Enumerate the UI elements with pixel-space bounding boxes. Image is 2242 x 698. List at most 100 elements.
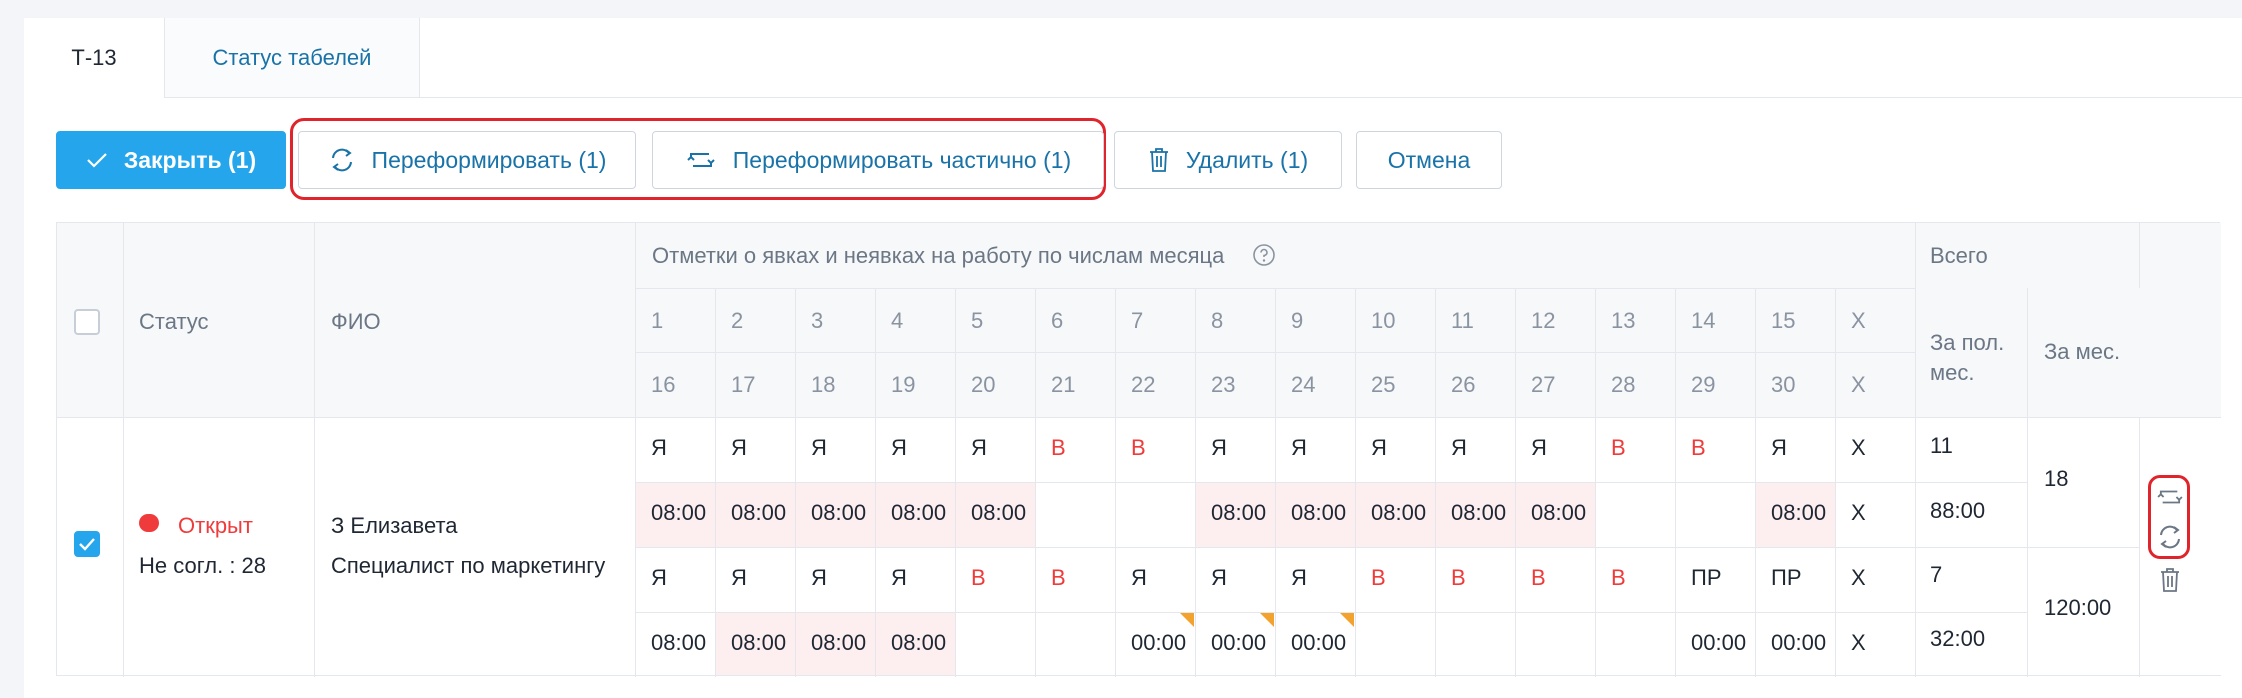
- hours-cell[interactable]: 08:00: [651, 632, 706, 654]
- employee-name[interactable]: З Елизавета: [331, 515, 458, 537]
- half-month-column-header: За пол. мес.: [1930, 330, 2005, 385]
- hours-cell[interactable]: 08:00: [811, 632, 866, 654]
- attendance-mark[interactable]: Я: [1211, 567, 1227, 589]
- delete-button[interactable]: Удалить (1): [1114, 131, 1342, 189]
- hours-cell[interactable]: 08:00: [971, 502, 1026, 524]
- tab-t13[interactable]: Т-13: [24, 18, 164, 98]
- day-number-header: 23: [1211, 372, 1236, 397]
- attendance-mark[interactable]: Я: [1531, 437, 1547, 459]
- attendance-mark[interactable]: Я: [1131, 567, 1147, 589]
- attendance-mark[interactable]: В: [1051, 437, 1066, 459]
- hours-cell[interactable]: Х: [1851, 632, 1866, 654]
- attendance-mark[interactable]: В: [1611, 567, 1626, 589]
- attendance-mark[interactable]: Я: [971, 437, 987, 459]
- cancel-button[interactable]: Отмена: [1356, 131, 1502, 189]
- reform-button[interactable]: Переформировать (1): [298, 131, 636, 189]
- close-button[interactable]: Закрыть (1): [56, 131, 286, 189]
- day-number-header: 7: [1131, 308, 1144, 333]
- grid-hline: [635, 482, 2027, 483]
- hours-cell[interactable]: Х: [1851, 502, 1866, 524]
- day-number-header: 14: [1691, 308, 1716, 333]
- grid-hline: [635, 352, 1915, 353]
- day-number-header: 2: [731, 308, 744, 333]
- attendance-mark[interactable]: Я: [1211, 437, 1227, 459]
- hours-cell[interactable]: 08:00: [891, 502, 946, 524]
- day-number-header: X: [1851, 308, 1866, 333]
- hours-cell[interactable]: 08:00: [891, 632, 946, 654]
- total-column-header: Всего: [1930, 243, 1988, 268]
- attendance-mark[interactable]: Я: [1771, 437, 1787, 459]
- attendance-mark[interactable]: В: [1371, 567, 1386, 589]
- reform-button-label: Переформировать (1): [371, 146, 607, 173]
- status-value: Открыт: [178, 513, 253, 538]
- attendance-mark[interactable]: Я: [811, 437, 827, 459]
- day-number-header: 4: [891, 308, 904, 333]
- day-number-header: 29: [1691, 372, 1716, 397]
- attendance-mark[interactable]: Я: [1371, 437, 1387, 459]
- hours-cell[interactable]: 08:00: [1211, 502, 1266, 524]
- hours-cell[interactable]: 08:00: [1451, 502, 1506, 524]
- day-number-header: 12: [1531, 308, 1556, 333]
- attendance-mark[interactable]: ПР: [1771, 567, 1802, 589]
- attendance-mark[interactable]: В: [1691, 437, 1706, 459]
- attendance-mark[interactable]: Я: [731, 437, 747, 459]
- tab-timesheet-status[interactable]: Статус табелей: [164, 18, 420, 98]
- hours-cell[interactable]: 08:00: [1291, 502, 1346, 524]
- day-number-header: 27: [1531, 372, 1556, 397]
- attendance-mark[interactable]: В: [1131, 437, 1146, 459]
- attendance-mark[interactable]: Я: [891, 567, 907, 589]
- row-checkbox[interactable]: [74, 531, 100, 557]
- attendance-mark[interactable]: Я: [651, 567, 667, 589]
- hours-cell[interactable]: 00:00: [1131, 632, 1186, 654]
- month-days: 18: [2044, 466, 2069, 491]
- attendance-mark[interactable]: Я: [1451, 437, 1467, 459]
- attendance-mark[interactable]: Я: [1291, 437, 1307, 459]
- hours-cell[interactable]: 00:00: [1691, 632, 1746, 654]
- attendance-mark[interactable]: Я: [891, 437, 907, 459]
- hours-cell[interactable]: 08:00: [1531, 502, 1586, 524]
- name-column-header[interactable]: ФИО: [331, 311, 381, 333]
- status-column-header[interactable]: Статус: [139, 311, 209, 333]
- attendance-mark[interactable]: В: [1531, 567, 1546, 589]
- day-number-header: 9: [1291, 308, 1304, 333]
- hours-cell[interactable]: 08:00: [651, 502, 706, 524]
- grid-vline: [123, 223, 124, 677]
- hours-cell[interactable]: 08:00: [731, 632, 786, 654]
- trash-icon[interactable]: [2159, 567, 2181, 593]
- day-number-header: 16: [651, 372, 676, 397]
- attendance-mark[interactable]: ПР: [1691, 567, 1722, 589]
- attendance-mark[interactable]: Я: [651, 437, 667, 459]
- employee-position: Специалист по маркетингу: [331, 553, 606, 578]
- timesheet-grid: Статус ФИО Отметки о явках и неявках на …: [56, 222, 2221, 677]
- grid-vline: [2027, 288, 2028, 677]
- hours-cell[interactable]: 00:00: [1771, 632, 1826, 654]
- hours-cell[interactable]: 08:00: [1371, 502, 1426, 524]
- attendance-mark[interactable]: В: [971, 567, 986, 589]
- refresh-icon[interactable]: [2156, 523, 2184, 551]
- reform-partial-button[interactable]: Переформировать частично (1): [652, 131, 1104, 189]
- attendance-mark[interactable]: Х: [1851, 567, 1866, 589]
- hours-cell[interactable]: 08:00: [731, 502, 786, 524]
- hours-cell[interactable]: 00:00: [1211, 632, 1266, 654]
- repeat-partial-icon[interactable]: [2155, 486, 2185, 508]
- attendance-mark[interactable]: В: [1451, 567, 1466, 589]
- attendance-mark[interactable]: Х: [1851, 437, 1866, 459]
- help-icon[interactable]: [1252, 243, 1276, 267]
- attendance-mark[interactable]: В: [1611, 437, 1626, 459]
- day-number-header: 20: [971, 372, 996, 397]
- attendance-mark[interactable]: Я: [731, 567, 747, 589]
- grid-hline: [57, 675, 2221, 676]
- attendance-mark[interactable]: Я: [1291, 567, 1307, 589]
- grid-vline: [2139, 417, 2140, 677]
- day-number-header: 22: [1131, 372, 1156, 397]
- hours-cell[interactable]: 08:00: [811, 502, 866, 524]
- hours-cell[interactable]: 08:00: [1771, 502, 1826, 524]
- day-number-header: 28: [1611, 372, 1636, 397]
- attendance-mark[interactable]: В: [1051, 567, 1066, 589]
- select-all-checkbox[interactable]: [74, 309, 100, 335]
- day-number-header: 15: [1771, 308, 1796, 333]
- hours-cell[interactable]: 00:00: [1291, 632, 1346, 654]
- note-corner-marker: [1180, 613, 1194, 627]
- attendance-mark[interactable]: Я: [811, 567, 827, 589]
- half1-hours: 88:00: [1930, 498, 1986, 523]
